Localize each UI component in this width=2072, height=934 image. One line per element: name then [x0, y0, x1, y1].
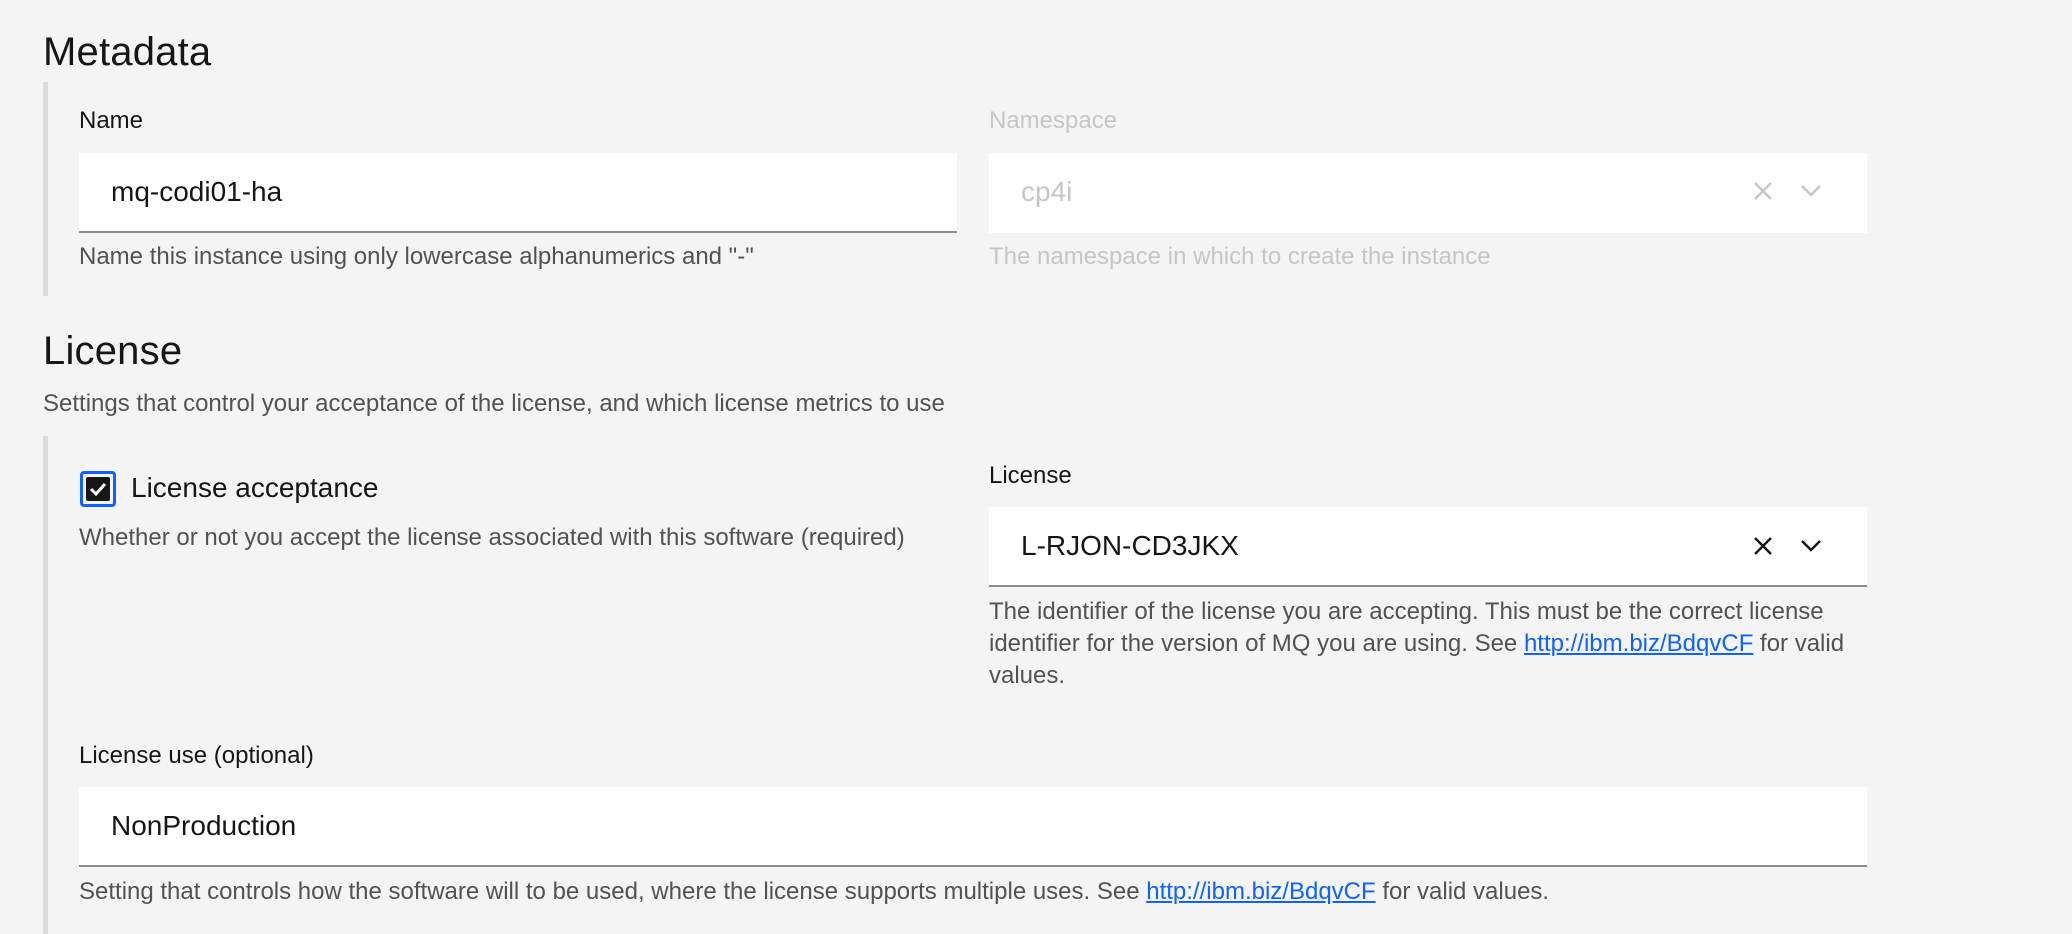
- license-use-helper-text: Setting that controls how the software w…: [79, 876, 1549, 908]
- license-select-value: L-RJON-CD3JKX: [1021, 530, 1239, 561]
- license-section-title: License: [43, 329, 183, 373]
- license-clear-icon[interactable]: [1743, 526, 1783, 566]
- license-helper-link[interactable]: http://ibm.biz/BdqvCF: [1524, 630, 1753, 657]
- license-section-rule: [43, 436, 48, 934]
- name-input[interactable]: mq-codi01-ha: [79, 153, 957, 233]
- namespace-helper-text: The namespace in which to create the ins…: [989, 243, 1491, 270]
- license-use-input[interactable]: NonProduction: [79, 787, 1867, 867]
- metadata-section-rule: [43, 82, 48, 296]
- namespace-label: Namespace: [989, 107, 1118, 134]
- license-select[interactable]: L-RJON-CD3JKX: [989, 507, 1867, 587]
- license-use-helper-link[interactable]: http://ibm.biz/BdqvCF: [1146, 878, 1375, 905]
- license-section-description: Settings that control your acceptance of…: [43, 390, 945, 417]
- namespace-select[interactable]: cp4i: [989, 153, 1867, 233]
- license-use-helper-text-before: Setting that controls how the software w…: [79, 878, 1147, 905]
- license-chevron-down-icon[interactable]: [1791, 526, 1831, 566]
- checkmark-icon: [86, 477, 110, 501]
- license-acceptance-label[interactable]: License acceptance: [131, 472, 379, 504]
- metadata-section-title: Metadata: [43, 30, 212, 74]
- name-label: Name: [79, 107, 144, 134]
- namespace-clear-icon[interactable]: [1743, 171, 1783, 211]
- license-use-input-value: NonProduction: [111, 810, 297, 841]
- license-use-label: License use (optional): [79, 742, 314, 769]
- name-helper-text: Name this instance using only lowercase …: [79, 243, 754, 270]
- namespace-select-value: cp4i: [1021, 176, 1073, 207]
- license-acceptance-helper-text: Whether or not you accept the license as…: [79, 524, 905, 551]
- license-use-helper-text-after: for valid values.: [1375, 878, 1550, 905]
- license-acceptance-checkbox[interactable]: [80, 471, 116, 507]
- name-input-value: mq-codi01-ha: [111, 176, 283, 207]
- namespace-chevron-down-icon[interactable]: [1791, 171, 1831, 211]
- license-label: License: [989, 462, 1072, 489]
- license-helper-text: The identifier of the license you are ac…: [989, 596, 1867, 692]
